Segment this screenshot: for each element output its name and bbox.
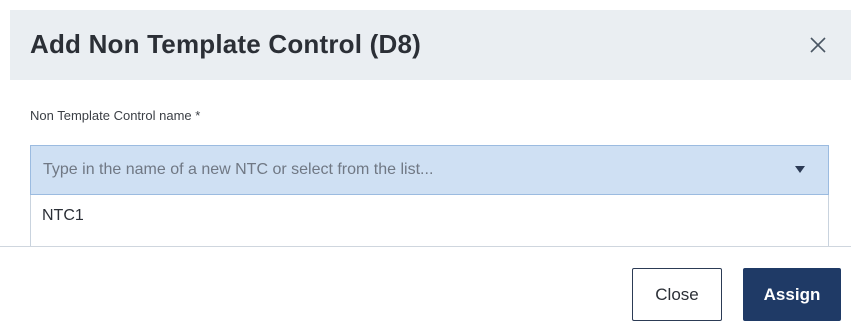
close-button[interactable]: Close <box>632 268 722 321</box>
ntc-name-label: Non Template Control name * <box>30 108 201 123</box>
dialog-title: Add Non Template Control (D8) <box>30 29 421 59</box>
ntc-name-combobox[interactable] <box>30 145 829 195</box>
add-ntc-dialog: Add Non Template Control (D8) Non Templa… <box>0 0 851 336</box>
dialog-header: Add Non Template Control (D8) <box>10 10 851 80</box>
assign-button[interactable]: Assign <box>743 268 841 321</box>
close-icon[interactable] <box>809 36 827 54</box>
ntc-name-input[interactable] <box>43 146 773 194</box>
list-item[interactable]: NTC1 <box>42 207 84 225</box>
footer-divider <box>0 246 851 247</box>
ntc-options-list: NTC1 <box>30 195 829 247</box>
caret-down-icon[interactable] <box>795 166 805 173</box>
